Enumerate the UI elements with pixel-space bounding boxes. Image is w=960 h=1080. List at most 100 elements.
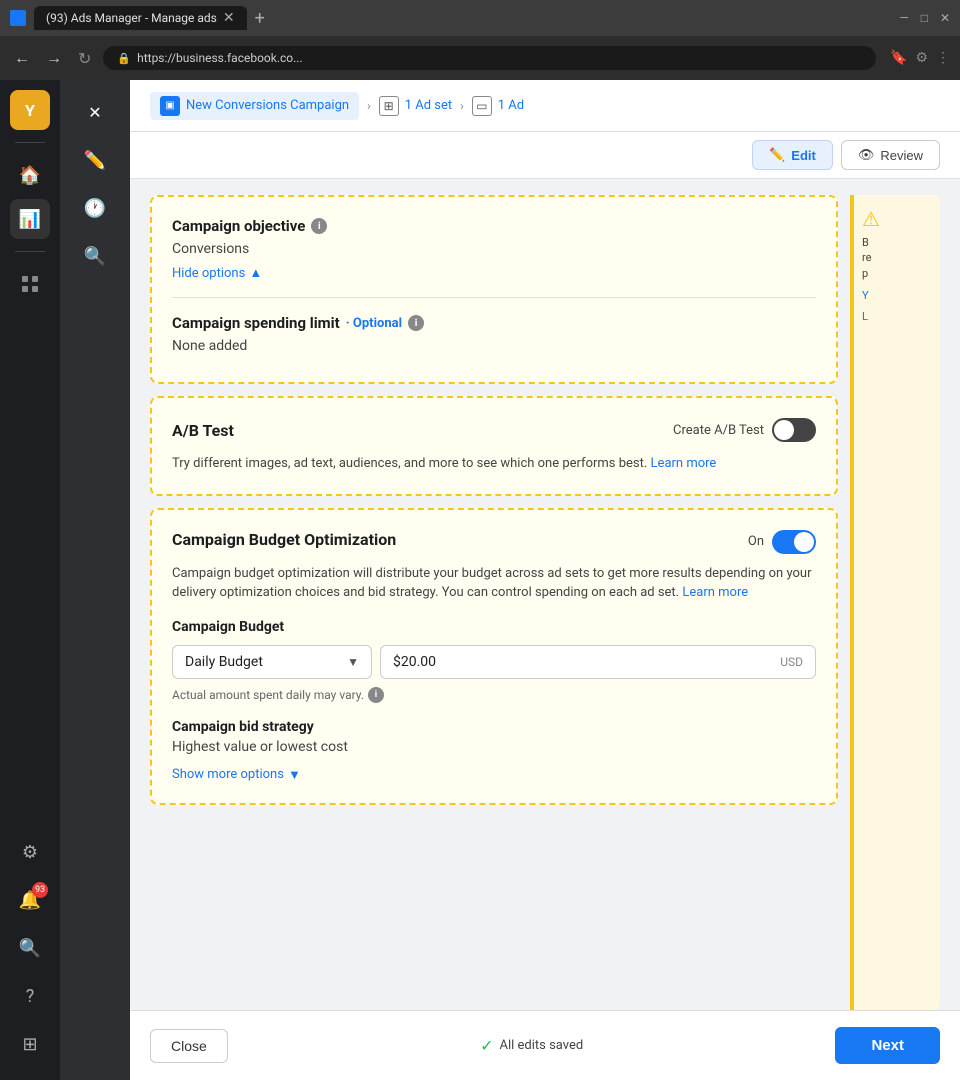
- tab-title: (93) Ads Manager - Manage ads: [46, 11, 217, 25]
- ab-toggle-label: Create A/B Test: [673, 423, 764, 438]
- new-tab-button[interactable]: +: [255, 8, 265, 29]
- cbo-learn-more-link[interactable]: Learn more: [682, 585, 748, 600]
- user-avatar[interactable]: Y: [10, 90, 50, 130]
- pencil-icon[interactable]: ✏️: [73, 138, 117, 182]
- minimize-button[interactable]: —: [899, 11, 908, 25]
- warning-link-l[interactable]: L: [862, 310, 932, 323]
- extensions-icon[interactable]: ⚙: [915, 50, 928, 66]
- tab-close-button[interactable]: ✕: [223, 10, 235, 26]
- panel-close-button[interactable]: ✕: [73, 90, 117, 134]
- campaign-objective-card: Campaign objective i Conversions Hide op…: [150, 195, 838, 384]
- hide-options-button[interactable]: Hide options ▲: [172, 265, 816, 281]
- notifications-icon[interactable]: 🔔 93: [10, 880, 50, 920]
- main-content: ▣ New Conversions Campaign › ⊞ 1 Ad set …: [130, 80, 960, 1080]
- budget-amount-value: $20.00: [393, 654, 436, 670]
- actual-amount-note: Actual amount spent daily may vary. i: [172, 687, 816, 703]
- lock-icon: 🔒: [117, 52, 131, 65]
- next-button[interactable]: Next: [835, 1027, 940, 1064]
- scroll-area: Campaign objective i Conversions Hide op…: [130, 179, 960, 1010]
- check-icon: ✓: [480, 1036, 493, 1055]
- window-controls: — □ ✕: [899, 11, 950, 25]
- breadcrumb-adset[interactable]: ⊞ 1 Ad set: [379, 96, 452, 116]
- ab-test-toggle[interactable]: [772, 418, 816, 442]
- usd-label: USD: [780, 655, 803, 669]
- expand-icon[interactable]: ⊞: [10, 1024, 50, 1064]
- budget-amount-field[interactable]: $20.00 USD: [380, 645, 816, 679]
- warning-link-y[interactable]: Y: [862, 289, 932, 302]
- dashboard-icon[interactable]: [10, 264, 50, 304]
- cbo-toggle[interactable]: [772, 530, 816, 554]
- browser-favicon: [10, 10, 26, 26]
- breadcrumb-ad[interactable]: ▭ 1 Ad: [472, 96, 524, 116]
- cbo-title: Campaign Budget Optimization: [172, 530, 396, 549]
- cbo-description: Campaign budget optimization will distri…: [172, 564, 816, 603]
- browser-nav-bar: ← → ↻ 🔒 https://business.facebook.co... …: [0, 36, 960, 80]
- active-tab[interactable]: (93) Ads Manager - Manage ads ✕: [34, 6, 247, 30]
- close-window-button[interactable]: ✕: [940, 11, 950, 25]
- campaign-objective-title: Campaign objective i: [172, 217, 816, 235]
- clock-icon[interactable]: 🕐: [73, 186, 117, 230]
- campaign-icon: ▣: [160, 96, 180, 116]
- home-icon[interactable]: 🏠: [10, 155, 50, 195]
- browser-nav-icons: 🔖 ⚙ ⋮: [890, 50, 950, 66]
- cbo-toggle-knob: [794, 532, 814, 552]
- adset-icon: ⊞: [379, 96, 399, 116]
- breadcrumb-sep-2: ›: [460, 99, 464, 113]
- bottom-spacer: [150, 817, 838, 837]
- ad-icon: ▭: [472, 96, 492, 116]
- browser-title-bar: (93) Ads Manager - Manage ads ✕ + — □ ✕: [0, 0, 960, 36]
- browser-chrome: (93) Ads Manager - Manage ads ✕ + — □ ✕ …: [0, 0, 960, 80]
- rail-divider-1: [15, 142, 45, 143]
- analytics-icon[interactable]: 📊: [10, 199, 50, 239]
- show-more-options-button[interactable]: Show more options ▼: [172, 767, 816, 783]
- address-bar[interactable]: 🔒 https://business.facebook.co...: [103, 46, 876, 70]
- refresh-button[interactable]: ↻: [74, 45, 95, 72]
- bookmark-icon[interactable]: 🔖: [890, 50, 907, 66]
- content-column: Campaign objective i Conversions Hide op…: [150, 195, 838, 1010]
- campaign-objective-info-icon[interactable]: i: [311, 218, 327, 234]
- edit-button[interactable]: ✏️ Edit: [752, 140, 833, 170]
- action-bar: ✏️ Edit 👁 Review: [130, 132, 960, 179]
- page-header: ▣ New Conversions Campaign › ⊞ 1 Ad set …: [130, 80, 960, 132]
- warning-triangle-icon: ⚠: [862, 207, 932, 231]
- chevron-up-icon: ▲: [249, 265, 262, 281]
- ab-test-description: Try different images, ad text, audiences…: [172, 454, 816, 474]
- back-button[interactable]: ←: [10, 44, 34, 72]
- campaign-budget-label: Campaign Budget: [172, 619, 816, 635]
- edit-pencil-icon: ✏️: [769, 147, 785, 163]
- ab-test-title: A/B Test: [172, 421, 234, 440]
- breadcrumb-sep-1: ›: [367, 99, 371, 113]
- saved-label: All edits saved: [499, 1038, 583, 1053]
- campaign-spending-title: Campaign spending limit · Optional i: [172, 314, 816, 332]
- search-panel-icon[interactable]: 🔍: [73, 234, 117, 278]
- breadcrumb-campaign[interactable]: ▣ New Conversions Campaign: [150, 92, 359, 120]
- review-button[interactable]: 👁 Review: [841, 140, 940, 170]
- maximize-button[interactable]: □: [921, 11, 928, 25]
- cbo-toggle-group: On: [748, 530, 816, 554]
- url-text: https://business.facebook.co...: [137, 51, 303, 65]
- close-button[interactable]: Close: [150, 1029, 228, 1063]
- footer-bar: Close ✓ All edits saved Next: [130, 1010, 960, 1080]
- ab-toggle-group: Create A/B Test: [673, 418, 816, 442]
- adset-label: 1 Ad set: [405, 98, 452, 113]
- actual-amount-info-icon[interactable]: i: [368, 687, 384, 703]
- budget-type-select[interactable]: Daily Budget ▼: [172, 645, 372, 679]
- saved-status: ✓ All edits saved: [480, 1036, 583, 1055]
- app-layout: Y 🏠 📊 ⚙ 🔔 93 🔍 ? ⊞ ✕ ✏️ 🕐 �: [0, 80, 960, 1080]
- help-icon[interactable]: ?: [10, 976, 50, 1016]
- review-eye-icon: 👁: [858, 147, 875, 163]
- cbo-header: Campaign Budget Optimization On: [172, 530, 816, 554]
- search-icon[interactable]: 🔍: [10, 928, 50, 968]
- ab-test-learn-more-link[interactable]: Learn more: [651, 456, 717, 471]
- secondary-sidebar: ✕ ✏️ 🕐 🔍: [60, 80, 130, 1080]
- forward-button[interactable]: →: [42, 44, 66, 72]
- ab-test-card: A/B Test Create A/B Test Try different i…: [150, 396, 838, 496]
- ad-label: 1 Ad: [498, 98, 524, 113]
- more-options-icon[interactable]: ⋮: [936, 50, 950, 66]
- bid-strategy-label: Campaign bid strategy: [172, 719, 816, 735]
- campaign-name-label: New Conversions Campaign: [186, 98, 349, 113]
- settings-icon[interactable]: ⚙: [10, 832, 50, 872]
- left-rail: Y 🏠 📊 ⚙ 🔔 93 🔍 ? ⊞: [0, 80, 60, 1080]
- campaign-spending-info-icon[interactable]: i: [408, 315, 424, 331]
- ab-test-header: A/B Test Create A/B Test: [172, 418, 816, 442]
